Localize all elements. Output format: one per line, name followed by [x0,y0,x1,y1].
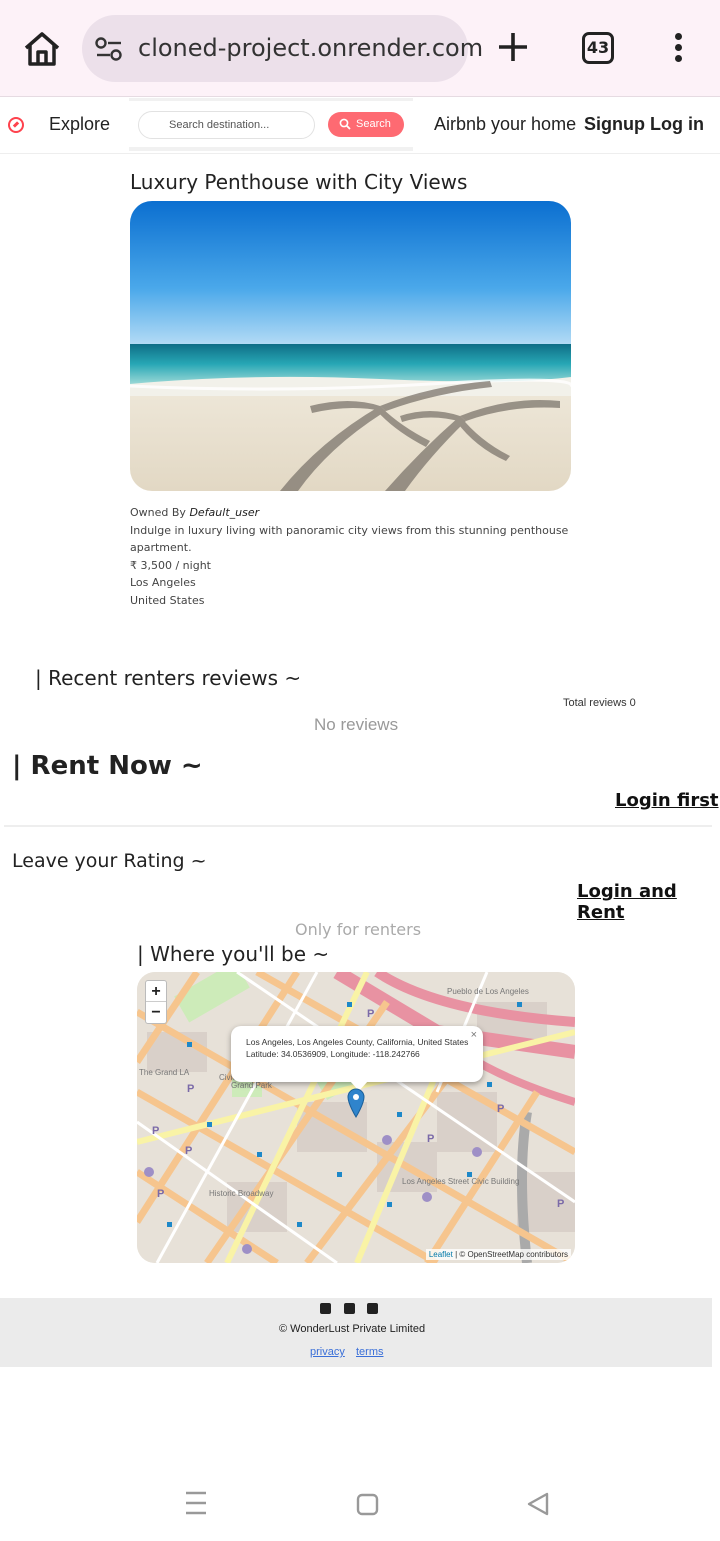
search-button-label: Search [356,118,391,130]
listing-info: Owned By Default_user Indulge in luxury … [130,504,570,609]
only-renters-note: Only for renters [295,920,422,939]
search-button[interactable]: Search [328,112,404,137]
login-link[interactable]: Log in [650,114,704,135]
browser-menu-icon[interactable] [672,33,684,63]
linkedin-icon[interactable] [367,1303,378,1314]
svg-text:P: P [185,1145,192,1157]
svg-text:P: P [497,1103,504,1115]
svg-text:P: P [427,1133,434,1145]
nav-explore-link[interactable]: Explore [49,114,110,135]
location-map[interactable]: P P P P P P P P Pueblo de Los Angeles Gr… [137,972,575,1263]
recents-icon[interactable] [186,1491,206,1515]
map-label-pueblo: Pueblo de Los Angeles [447,987,529,996]
home-icon[interactable] [22,30,62,68]
listing-description: Indulge in luxury living with panoramic … [130,523,569,555]
leaflet-link[interactable]: Leaflet [429,1250,453,1259]
home-button-icon[interactable] [356,1493,379,1516]
owned-by-label: Owned By [130,506,190,519]
search-input[interactable]: Search destination... [138,111,315,139]
social-icons [320,1303,380,1315]
signup-link[interactable]: Signup [584,114,645,135]
rent-now-heading: | Rent Now ~ [12,751,203,781]
svg-text:P: P [367,1008,374,1020]
tab-switcher-button[interactable]: 43 [582,32,614,64]
zoom-controls: + − [145,980,167,1024]
back-icon[interactable] [527,1492,549,1516]
privacy-link[interactable]: privacy [310,1346,345,1358]
svg-text:P: P [187,1083,194,1095]
listing-owner: Owned By Default_user [130,504,570,522]
attribution-text: | © OpenStreetMap contributors [452,1250,568,1259]
map-label-grand-park: Grand Park [231,1081,273,1090]
terms-link[interactable]: terms [356,1346,384,1358]
popup-address: Los Angeles, Los Angeles County, Califor… [246,1037,469,1047]
login-and-rent-link[interactable]: Login and Rent [577,881,720,923]
popup-coordinates: Latitude: 34.0536909, Longitude: -118.24… [246,1049,420,1059]
login-first-link[interactable]: Login first [615,790,719,811]
rating-heading: Leave your Rating ~ [12,850,207,872]
popup-close-icon[interactable]: × [471,1029,477,1041]
map-label-street-civic: Los Angeles Street Civic Building [402,1177,519,1186]
total-reviews-count: Total reviews 0 [563,697,636,709]
instagram-icon[interactable] [344,1303,355,1314]
system-navigation-bar [0,1470,720,1541]
map-marker-icon[interactable] [347,1088,365,1118]
zoom-out-button[interactable]: − [146,1002,166,1023]
compass-logo-icon[interactable] [8,117,24,133]
listing-title: Luxury Penthouse with City Views [130,170,468,194]
no-reviews-text: No reviews [314,715,399,734]
site-footer: © WonderLust Private Limited privacy ter… [0,1298,712,1367]
airbnb-your-home-link[interactable]: Airbnb your home [434,114,576,135]
map-label-the-grand: The Grand LA [139,1068,190,1077]
listing-price: ₹ 3,500 / night [130,558,211,572]
map-popup: × Los Angeles, Los Angeles County, Calif… [231,1026,483,1082]
new-tab-icon[interactable] [496,30,530,64]
map-label-historic-broadway: Historic Broadway [209,1189,273,1198]
svg-text:P: P [557,1198,564,1210]
listing-city: Los Angeles [130,576,196,589]
site-settings-icon[interactable] [94,35,124,63]
zoom-in-button[interactable]: + [146,981,166,1002]
address-bar[interactable]: cloned-project.onrender.com [82,15,483,82]
reviews-heading: | Recent renters reviews ~ [35,666,302,690]
owner-name: Default_user [189,506,260,519]
listing-country: United States [130,593,205,607]
browser-toolbar: cloned-project.onrender.com 43 [0,0,720,97]
url-text[interactable]: cloned-project.onrender.com [138,34,483,62]
listing-image [130,201,571,491]
facebook-icon[interactable] [320,1303,331,1314]
section-divider [4,825,712,827]
footer-copyright: © WonderLust Private Limited [279,1323,426,1335]
map-attribution: Leaflet | © OpenStreetMap contributors [425,1249,571,1260]
svg-text:P: P [157,1188,164,1200]
svg-text:P: P [152,1125,159,1137]
map-heading: | Where you'll be ~ [137,942,330,966]
search-icon [339,118,351,130]
site-navbar: Explore Search destination... Search Air… [0,98,720,154]
